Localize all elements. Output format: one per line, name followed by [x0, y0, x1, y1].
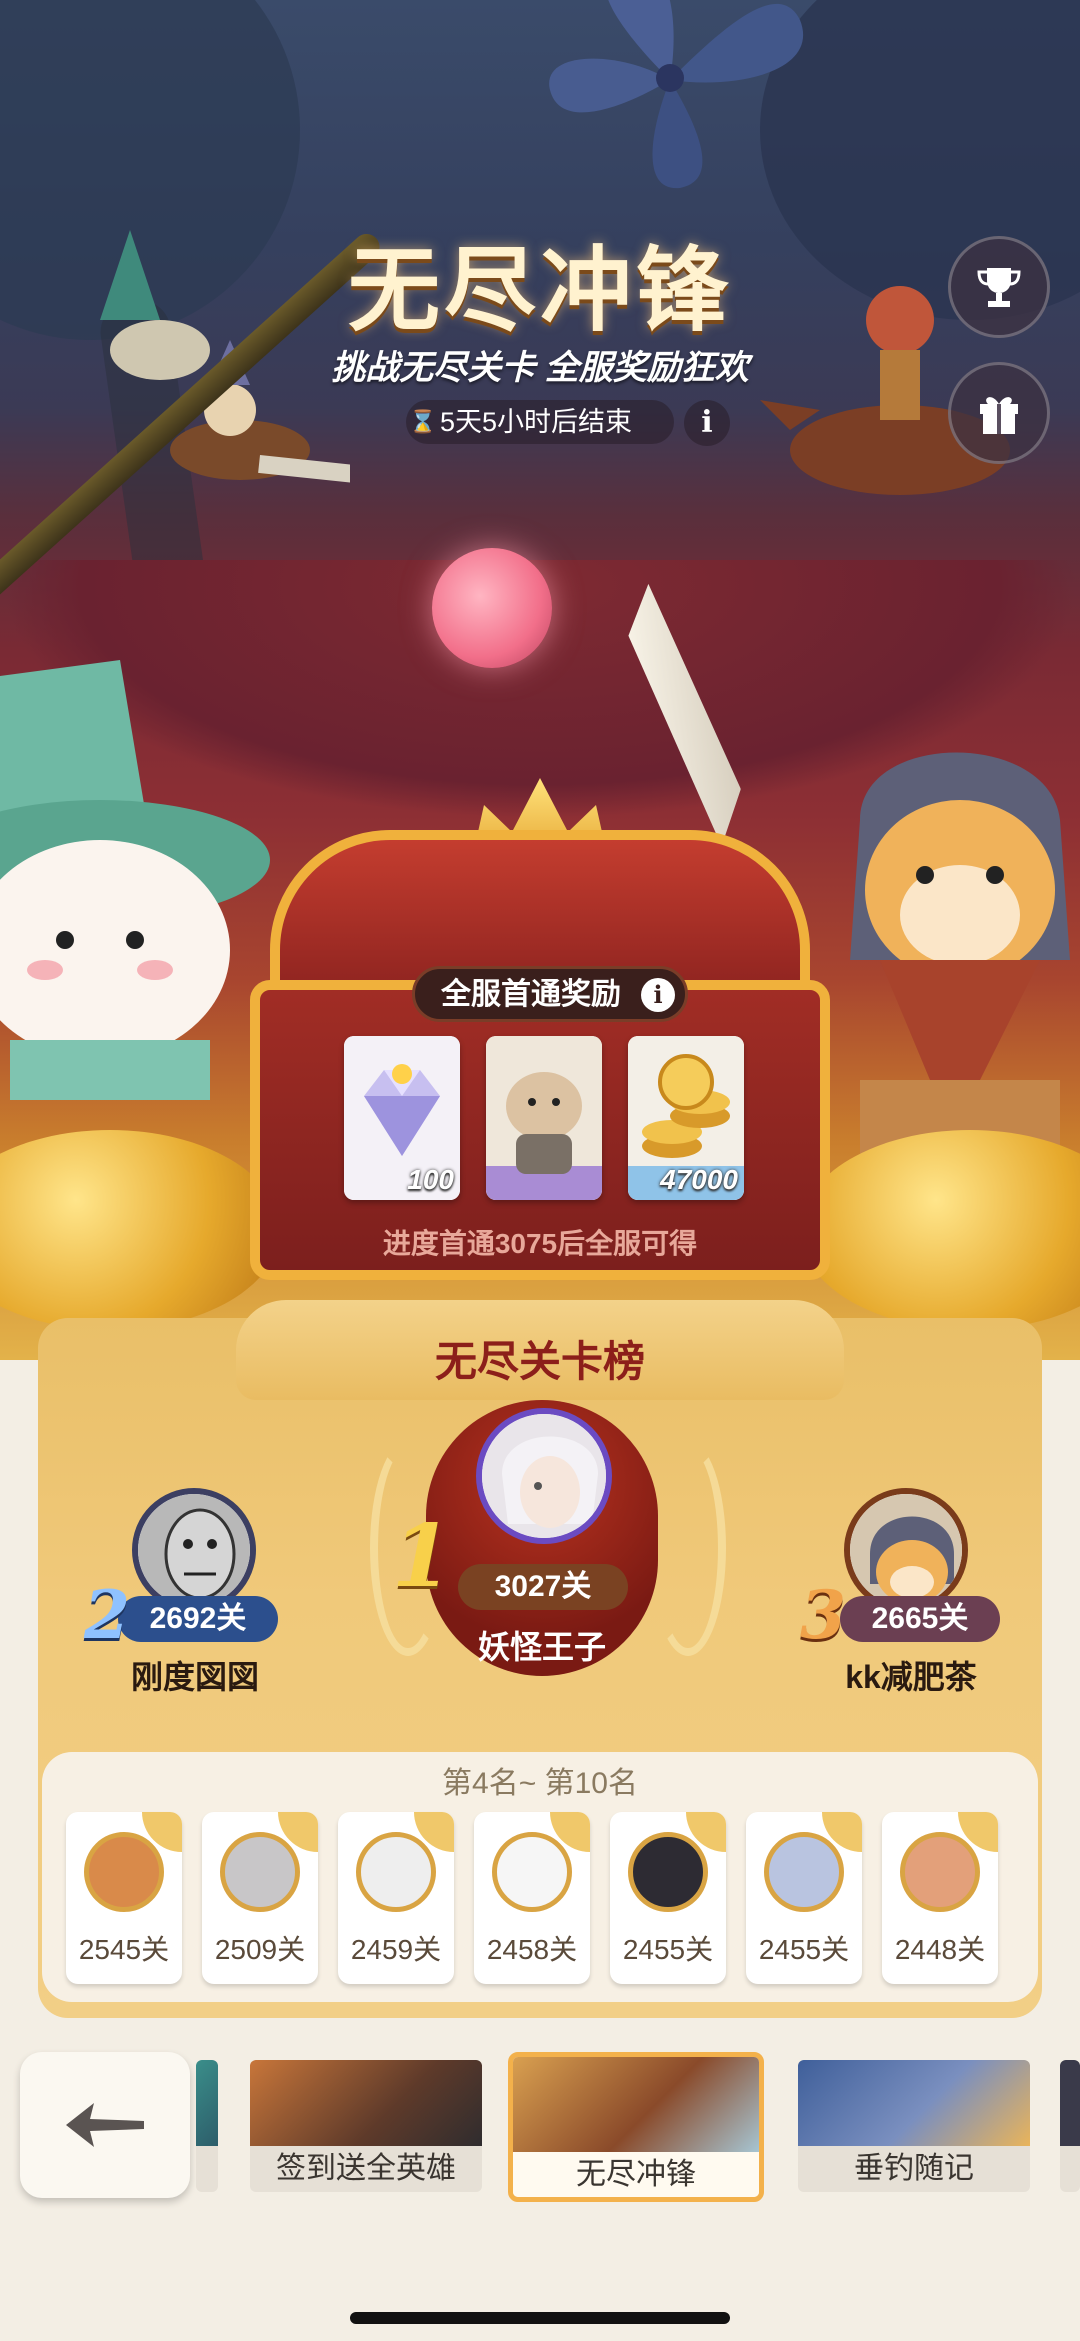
reward-item-hero[interactable]	[486, 1036, 602, 1200]
avatar	[84, 1832, 164, 1912]
tab-label: 签到送全英雄	[250, 2146, 482, 2192]
arrow-left-icon	[66, 2103, 144, 2147]
rank-card[interactable]: 2448关	[882, 1812, 998, 1984]
avatar	[900, 1832, 980, 1912]
tab-partial-left[interactable]	[196, 2060, 218, 2192]
reward-item-diamond[interactable]: 100	[344, 1036, 460, 1200]
rank-score: 2455关	[622, 1934, 714, 1965]
rank-1-avatar[interactable]	[476, 1408, 612, 1544]
gift-icon	[980, 397, 1018, 434]
event-subtitle: 挑战无尽关卡 全服奖励狂欢	[331, 349, 749, 387]
reward-info-icon[interactable]: i	[641, 978, 675, 1012]
tab-endless-charge[interactable]: 无尽冲锋	[508, 2052, 764, 2202]
reward-item-gold[interactable]: 47000	[628, 1036, 744, 1200]
rank-card[interactable]: 2509关	[202, 1812, 318, 1984]
rank-2-score: 2692关	[118, 1596, 278, 1642]
rank-3-score: 2665关	[840, 1596, 1000, 1642]
rank-score: 2545关	[78, 1934, 170, 1965]
tab-banner-image	[513, 2057, 759, 2157]
rank-score: 2458关	[486, 1934, 578, 1965]
reward-qty: 47000	[660, 1164, 738, 1195]
trophy-icon	[977, 268, 1021, 307]
reward-qty: 100	[407, 1164, 454, 1195]
tab-banner-image	[798, 2060, 1030, 2146]
rank-3-number: 3	[800, 1576, 846, 1654]
rank-score: 2455关	[758, 1934, 850, 1965]
rank-card[interactable]: 2459关	[338, 1812, 454, 1984]
leaderboard-title: 无尽关卡榜	[434, 1338, 645, 1385]
avatar	[356, 1832, 436, 1912]
pink-orb-decoration	[432, 548, 552, 668]
rank-3-avatar[interactable]	[844, 1488, 968, 1612]
avatar	[764, 1832, 844, 1912]
tab-label: 无尽冲锋	[513, 2152, 759, 2197]
hamster-hero-icon	[486, 1036, 602, 1200]
avatar	[492, 1832, 572, 1912]
tab-fishing-notes[interactable]: 垂钓随记	[798, 2060, 1030, 2192]
avatar	[220, 1832, 300, 1912]
reward-title-text: 全服首通奖励	[441, 978, 621, 1011]
rank-4-10-title: 第4名~ 第10名	[442, 1767, 638, 1800]
laurel-right-icon	[650, 1440, 726, 1656]
event-info-icon[interactable]: i	[684, 400, 730, 446]
rank-1-score: 3027关	[458, 1564, 628, 1610]
back-button[interactable]	[20, 2052, 190, 2198]
tab-label: 垂钓随记	[798, 2146, 1030, 2192]
rank-card[interactable]: 2455关	[610, 1812, 726, 1984]
rank-card[interactable]: 2455关	[746, 1812, 862, 1984]
avatar	[628, 1832, 708, 1912]
event-title: 无尽冲锋	[347, 236, 732, 344]
hamster-warrior-character	[850, 752, 1070, 1200]
rank-score: 2509关	[214, 1934, 306, 1965]
rank-card[interactable]: 2545关	[66, 1812, 182, 1984]
rank-score: 2448关	[894, 1934, 986, 1965]
reward-condition-note: 进度首通3075后全服可得	[382, 1228, 698, 1259]
home-indicator	[350, 2312, 730, 2324]
tab-checkin-heroes[interactable]: 签到送全英雄	[250, 2060, 482, 2192]
rank-2-name: 刚度図図	[130, 1659, 259, 1695]
rank-2-number: 2	[84, 1576, 130, 1654]
server-first-reward-title[interactable]: 全服首通奖励 i	[412, 966, 688, 1022]
trophy-button[interactable]	[948, 236, 1050, 338]
event-timer: ⌛ 5天5小时后结束	[406, 400, 674, 444]
blue-flower-decoration	[549, 0, 804, 189]
rank-1-name: 妖怪王子	[477, 1629, 606, 1665]
gift-button[interactable]	[948, 362, 1050, 464]
timer-text: 5天5小时后结束	[440, 407, 633, 437]
white-cat-wizard-character	[0, 660, 270, 1100]
hourglass-icon: ⌛	[409, 409, 437, 434]
rank-3-name: kk减肥茶	[845, 1659, 977, 1695]
rank-score: 2459关	[350, 1934, 442, 1965]
tab-banner-image	[250, 2060, 482, 2146]
rank-card[interactable]: 2458关	[474, 1812, 590, 1984]
rank-1-number: 1	[392, 1506, 452, 1607]
tab-partial-right[interactable]	[1060, 2060, 1080, 2192]
rank-2-avatar[interactable]	[132, 1488, 256, 1612]
